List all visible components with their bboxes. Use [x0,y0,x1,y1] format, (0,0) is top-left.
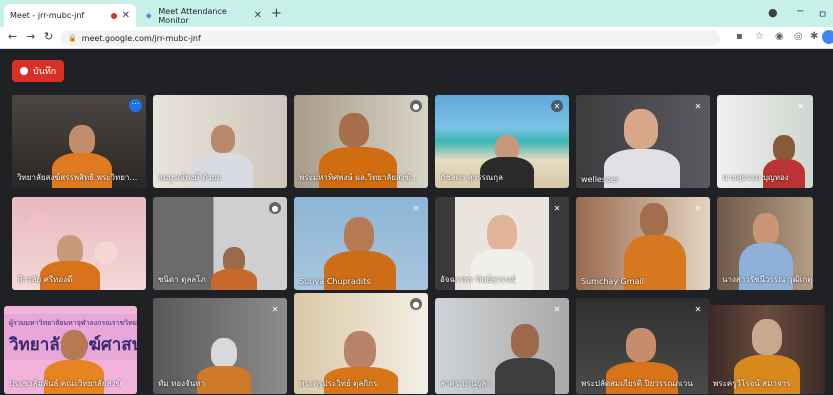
mic-off-icon: ✕ [271,304,279,314]
mic-off-icon: ✕ [797,101,805,111]
participant-tile[interactable]: ✕ ทัม ทองจันทา [153,298,287,394]
participant-tile[interactable]: ✕ Suriya Chupradits [294,197,428,290]
participant-name: ฟ้าวลัย ศรีทองดี [17,275,73,284]
mic-off-icon: ✕ [694,203,702,213]
record-button[interactable]: บันทึก [12,60,65,82]
browser-window: ▶ Meet - jrr-mubc-jnf ✕ ◈ Meet Attendanc… [0,0,833,395]
participant-name: พระครูประวิทย์ ตุลกิกร [299,379,378,388]
record-icon [20,67,28,75]
participant-name: ภัชลดา สุวรรณกุล [440,173,503,182]
participant-tile[interactable]: ● ชนิดา ดุลลโภ [153,197,287,290]
participant-tile[interactable]: สมบูรณ์พงษ์ ตัวยภ [153,95,287,188]
tab-meet[interactable]: ▶ Meet - jrr-mubc-jnf ✕ [4,4,136,63]
mic-off-icon: ✕ [412,203,420,213]
participant-tile[interactable]: ● พระครูประวิทย์ ตุลกิกร [294,293,428,394]
tab-attendance-monitor[interactable]: ◈ Meet Attendance Monitor ✕ [138,4,268,27]
mic-off-icon: ✕ [694,101,702,111]
mic-icon: ● [410,100,422,112]
reload-icon[interactable]: ↻ [44,30,53,43]
participant-tile[interactable]: ✕ พระปลัดสมเกียรติ ปิยวรรณภเวน [576,298,710,394]
minimize-button[interactable]: − [796,6,804,17]
tab-title: Meet - jrr-mubc-jnf [10,11,85,20]
forward-arrow-icon[interactable]: → [26,30,35,43]
camera-icon[interactable]: ▪ [736,31,743,42]
mic-off-icon: ✕ [551,100,563,112]
extension-icon[interactable]: ◎ [794,31,803,42]
participant-name: นายสุธรรม บุญทอง [722,173,789,182]
mic-off-icon: ✕ [694,304,702,314]
participant-tile[interactable]: ✕ wellesoer [576,95,710,188]
close-tab-icon[interactable]: ✕ [254,10,262,21]
mic-off-icon: ✕ [553,304,561,314]
tab-title: Meet Attendance Monitor [158,6,227,25]
participant-name: ชนิดา ดุลลโภ [158,275,206,284]
participant-name: Suriya Chupradits [299,277,371,286]
close-tab-icon[interactable]: ✕ [122,10,130,21]
star-icon[interactable]: ☆ [755,31,764,42]
more-options-icon[interactable]: ⋯ [129,99,142,112]
participant-name: ทัม ทองจันทา [158,379,205,388]
participant-name: พระมหาทิศพงษ์ ผล.วิทยาลัยสงฆ์... [299,173,419,182]
maximize-button[interactable]: ㅁ [818,6,827,21]
meet-stage: บันทึก ⋯ วิทยาลัยสงฆ์สรรพสิทธิ พระวิทยาล… [0,49,833,395]
participant-tile[interactable]: ✕ อัจฉราพร ทิพย์สุวรรณ์ [435,197,569,290]
participant-tile[interactable]: พระครูวิโรจน์ สมาจาร [708,305,825,394]
back-arrow-icon[interactable]: ← [8,30,17,43]
puzzle-icon[interactable]: ✱ [810,31,818,42]
participant-name: สมบูรณ์พงษ์ ตัวยภ [158,173,222,182]
mic-icon: ● [410,298,422,310]
address-bar: ← → ↻ 🔒 meet.google.com/jrr-mubc-jnf ▪ ☆… [0,27,833,49]
mic-icon: ● [269,202,281,214]
url-field[interactable]: 🔒 meet.google.com/jrr-mubc-jnf [60,30,720,46]
extension-logo-icon: ◈ [145,11,152,20]
tab-strip: ▶ Meet - jrr-mubc-jnf ✕ ◈ Meet Attendanc… [0,0,833,63]
participant-name: Sumchay Gmail [581,277,644,286]
url-text: meet.google.com/jrr-mubc-jnf [81,33,201,43]
participant-tile[interactable]: ● พระมหาทิศพงษ์ ผล.วิทยาลัยสงฆ์... [294,95,428,188]
participant-name: ประชาสัมพันธ์ คณะวิทยาลัยสงฆ์ [9,379,122,388]
participant-name: พระครูวิโรจน์ สมาจาร [713,379,791,388]
participant-name: อัจฉราพร ทิพย์สุวรรณ์ [440,275,517,284]
participant-tile[interactable]: ⋯ วิทยาลัยสงฆ์สรรพสิทธิ พระวิทยาลัย... [12,95,146,188]
lock-icon: 🔒 [68,34,77,42]
participant-name: วิทยาลัยสงฆ์สรรพสิทธิ พระวิทยาลัย... [17,173,142,182]
extension-icon[interactable]: ◉ [775,31,784,42]
participant-name: สาคร ปานจุลา [440,379,491,388]
participant-name: พระปลัดสมเกียรติ ปิยวรรณภเวน [581,379,693,388]
participant-tile[interactable]: ฟ้าวลัย ศรีทองดี [12,197,146,290]
participant-tile[interactable]: นางสาวรัชนีวรรณ วุฒิเกตุ วิทยา [717,197,813,290]
participant-tile[interactable]: ผู้ร่วมมหาวิทยาลัยมหาจุฬาลงกรณราชวิทยาลั… [4,306,137,394]
recording-indicator-icon [110,12,117,19]
participant-tile[interactable]: ✕ นายสุธรรม บุญทอง [717,95,813,188]
participant-name: นางสาวรัชนีวรรณ วุฒิเกตุ วิทยา [722,275,813,284]
participant-tile[interactable]: ✕ สาคร ปานจุลา [435,298,569,394]
new-tab-button[interactable]: + [271,6,282,21]
participant-tile[interactable]: ✕ ภัชลดา สุวรรณกุล [435,95,569,188]
participant-name: wellesoer [581,175,620,184]
account-icon[interactable]: ● [768,6,778,19]
participant-tile[interactable]: ✕ Sumchay Gmail [576,197,710,290]
profile-avatar[interactable] [822,30,833,44]
banner-line-1: ผู้ร่วมมหาวิทยาลัยมหาจุฬาลงกรณราชวิทยาลั… [9,319,137,327]
mic-off-icon: ✕ [553,203,561,213]
record-label: บันทึก [33,67,57,77]
